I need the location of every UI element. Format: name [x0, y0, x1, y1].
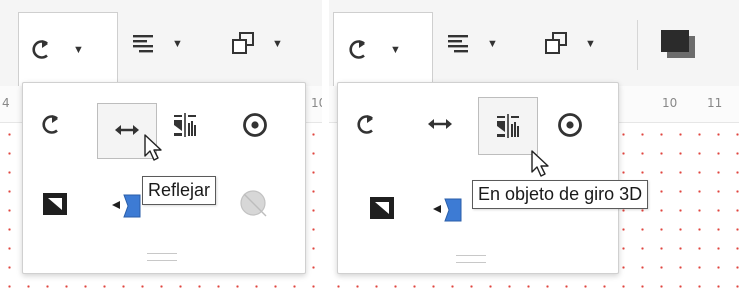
rotate-icon — [357, 113, 375, 134]
point-edit-icon — [243, 113, 267, 137]
shadow-icon — [661, 30, 695, 58]
ruler-number: 10 — [662, 96, 678, 110]
arrange-menu-button[interactable]: ▼ — [543, 30, 596, 58]
dropdown-arrow-icon[interactable]: ▼ — [487, 38, 498, 50]
arrange-menu-button[interactable]: ▼ — [230, 30, 283, 58]
ruler-number: 4 — [2, 96, 10, 110]
mouse-cursor-icon — [531, 150, 549, 177]
dropdown-grip[interactable] — [456, 255, 486, 263]
flip-icon — [113, 123, 141, 137]
rotate-item[interactable] — [33, 103, 77, 147]
rotate-icon — [32, 38, 50, 59]
mouse-cursor-icon — [144, 134, 162, 161]
flip-item[interactable] — [418, 103, 462, 147]
dropdown-grip[interactable] — [147, 253, 177, 261]
point-edit-icon — [558, 113, 582, 137]
dropdown-arrow-icon[interactable]: ▼ — [172, 38, 183, 50]
tooltip: Reflejar — [142, 176, 217, 205]
ruler-number: 10 — [311, 96, 322, 110]
arrange-icon — [232, 32, 254, 54]
transformations-dropdown — [337, 82, 619, 274]
to-3d-rotation-object-item[interactable] — [478, 97, 538, 155]
arrange-icon — [545, 32, 567, 54]
flip-icon — [426, 117, 454, 131]
dropdown-arrow-icon[interactable]: ▼ — [585, 38, 596, 50]
shadow-button[interactable] — [659, 28, 699, 64]
tooltip: En objeto de giro 3D — [472, 180, 649, 209]
connector-icon — [432, 198, 462, 222]
align-icon — [448, 35, 468, 53]
crop-icon — [370, 197, 394, 219]
toolbar-separator — [637, 20, 638, 70]
shadow-icon — [240, 190, 267, 217]
rotate-menu-button[interactable]: ▼ — [333, 12, 433, 87]
align-menu-button[interactable]: ▼ — [130, 30, 183, 58]
dropdown-arrow-icon[interactable]: ▼ — [73, 44, 84, 56]
right-screenshot-panel: ▼ ▼ ▼ 10 11 En objeto de giro 3D — [329, 0, 739, 298]
crop-icon — [43, 193, 67, 215]
connector-item[interactable] — [422, 187, 472, 231]
rotate-menu-button[interactable]: ▼ — [18, 12, 118, 87]
rotate-icon — [349, 38, 367, 59]
align-icon — [133, 35, 153, 53]
dropdown-arrow-icon[interactable]: ▼ — [390, 44, 401, 56]
crop-item[interactable] — [360, 187, 404, 231]
toolbar: ▼ ▼ ▼ — [0, 0, 322, 87]
rotate-icon — [42, 113, 60, 134]
3d-rotation-object-icon — [173, 112, 197, 138]
point-edit-item[interactable] — [233, 103, 277, 147]
ruler-number: 11 — [707, 96, 723, 110]
rotate-item[interactable] — [348, 103, 392, 147]
connector-icon — [111, 194, 141, 218]
3d-rotation-object-icon — [496, 113, 520, 139]
align-menu-button[interactable]: ▼ — [445, 30, 498, 58]
panel-divider — [322, 0, 329, 298]
dropdown-arrow-icon[interactable]: ▼ — [272, 38, 283, 50]
left-screenshot-panel: ▼ ▼ ▼ 4 10 — [0, 0, 322, 298]
shadow-item[interactable] — [233, 183, 277, 227]
crop-item[interactable] — [33, 183, 77, 227]
toolbar: ▼ ▼ ▼ — [329, 0, 739, 87]
point-edit-item[interactable] — [548, 103, 592, 147]
